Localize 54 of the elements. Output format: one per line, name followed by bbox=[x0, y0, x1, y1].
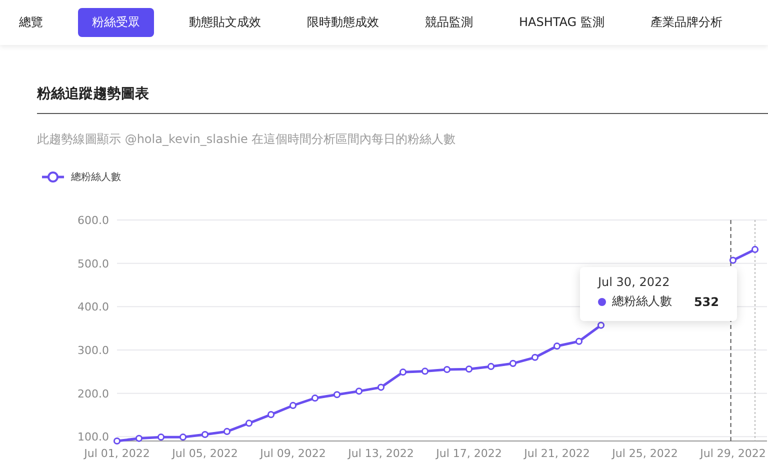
data-point[interactable] bbox=[267, 411, 275, 418]
data-point[interactable] bbox=[421, 368, 429, 375]
data-point[interactable] bbox=[223, 428, 231, 436]
data-point[interactable] bbox=[399, 368, 407, 376]
data-point[interactable] bbox=[751, 246, 759, 254]
y-axis-label: 200.0 bbox=[78, 387, 109, 400]
tooltip-value: 532 bbox=[694, 294, 719, 308]
data-point[interactable] bbox=[465, 366, 473, 373]
data-point[interactable] bbox=[113, 437, 121, 445]
y-axis-label: 300.0 bbox=[78, 344, 109, 357]
data-point[interactable] bbox=[553, 342, 561, 350]
nav-tab[interactable]: 動態貼文成效 bbox=[178, 8, 272, 37]
chart-description: 此趨勢線圖顯示 @hola_kevin_slashie 在這個時間分析區間內每日的粉絲人數 bbox=[37, 131, 457, 148]
nav-tab[interactable]: 限時動態成效 bbox=[296, 8, 390, 37]
data-point[interactable] bbox=[135, 434, 143, 442]
data-point[interactable] bbox=[179, 434, 187, 441]
data-point[interactable] bbox=[597, 322, 605, 329]
data-point[interactable] bbox=[487, 362, 495, 370]
x-axis-label: Jul 21, 2022 bbox=[524, 447, 590, 460]
x-axis-label: Jul 09, 2022 bbox=[260, 447, 326, 460]
tooltip-date: Jul 30, 2022 bbox=[598, 275, 671, 289]
nav-tab[interactable]: 粉絲受眾 bbox=[78, 8, 154, 37]
data-point[interactable] bbox=[509, 360, 517, 367]
y-axis-label: 500.0 bbox=[78, 257, 109, 270]
x-axis-label: Jul 17, 2022 bbox=[436, 447, 502, 460]
section-title: 粉絲追蹤趨勢圖表 bbox=[37, 85, 768, 114]
data-point[interactable] bbox=[377, 384, 385, 391]
data-point[interactable] bbox=[201, 430, 209, 438]
x-axis-label: Jul 29, 2022 bbox=[700, 447, 766, 460]
data-point[interactable] bbox=[443, 366, 451, 374]
legend-label[interactable]: 總粉絲人數 bbox=[71, 170, 121, 184]
data-point[interactable] bbox=[575, 338, 583, 345]
nav-tab[interactable]: 總覽 bbox=[8, 8, 54, 37]
data-point[interactable] bbox=[289, 402, 297, 410]
data-point[interactable] bbox=[355, 388, 363, 395]
y-axis-label: 400.0 bbox=[78, 300, 109, 314]
nav-tab[interactable]: 競品監測 bbox=[414, 8, 484, 37]
x-axis-label: Jul 13, 2022 bbox=[348, 447, 414, 460]
data-point[interactable] bbox=[245, 420, 253, 427]
y-axis-label: 600.0 bbox=[78, 214, 109, 227]
data-point[interactable] bbox=[311, 394, 319, 402]
tooltip-series-name: 總粉絲人數 bbox=[612, 293, 672, 310]
data-point[interactable] bbox=[729, 256, 737, 264]
data-point[interactable] bbox=[333, 391, 341, 398]
x-axis-label: Jul 05, 2022 bbox=[172, 447, 238, 460]
data-point[interactable] bbox=[157, 434, 165, 441]
legend-line-icon bbox=[41, 171, 65, 183]
series-dot-icon bbox=[598, 298, 606, 306]
x-axis-label: Jul 01, 2022 bbox=[84, 447, 150, 460]
y-axis-label: 100.0 bbox=[78, 430, 109, 444]
nav-tab[interactable]: HASHTAG 監測 bbox=[508, 8, 616, 37]
data-point[interactable] bbox=[531, 354, 539, 361]
nav-tab[interactable]: 產業品牌分析 bbox=[639, 8, 734, 37]
x-axis-label: Jul 25, 2022 bbox=[612, 447, 678, 460]
